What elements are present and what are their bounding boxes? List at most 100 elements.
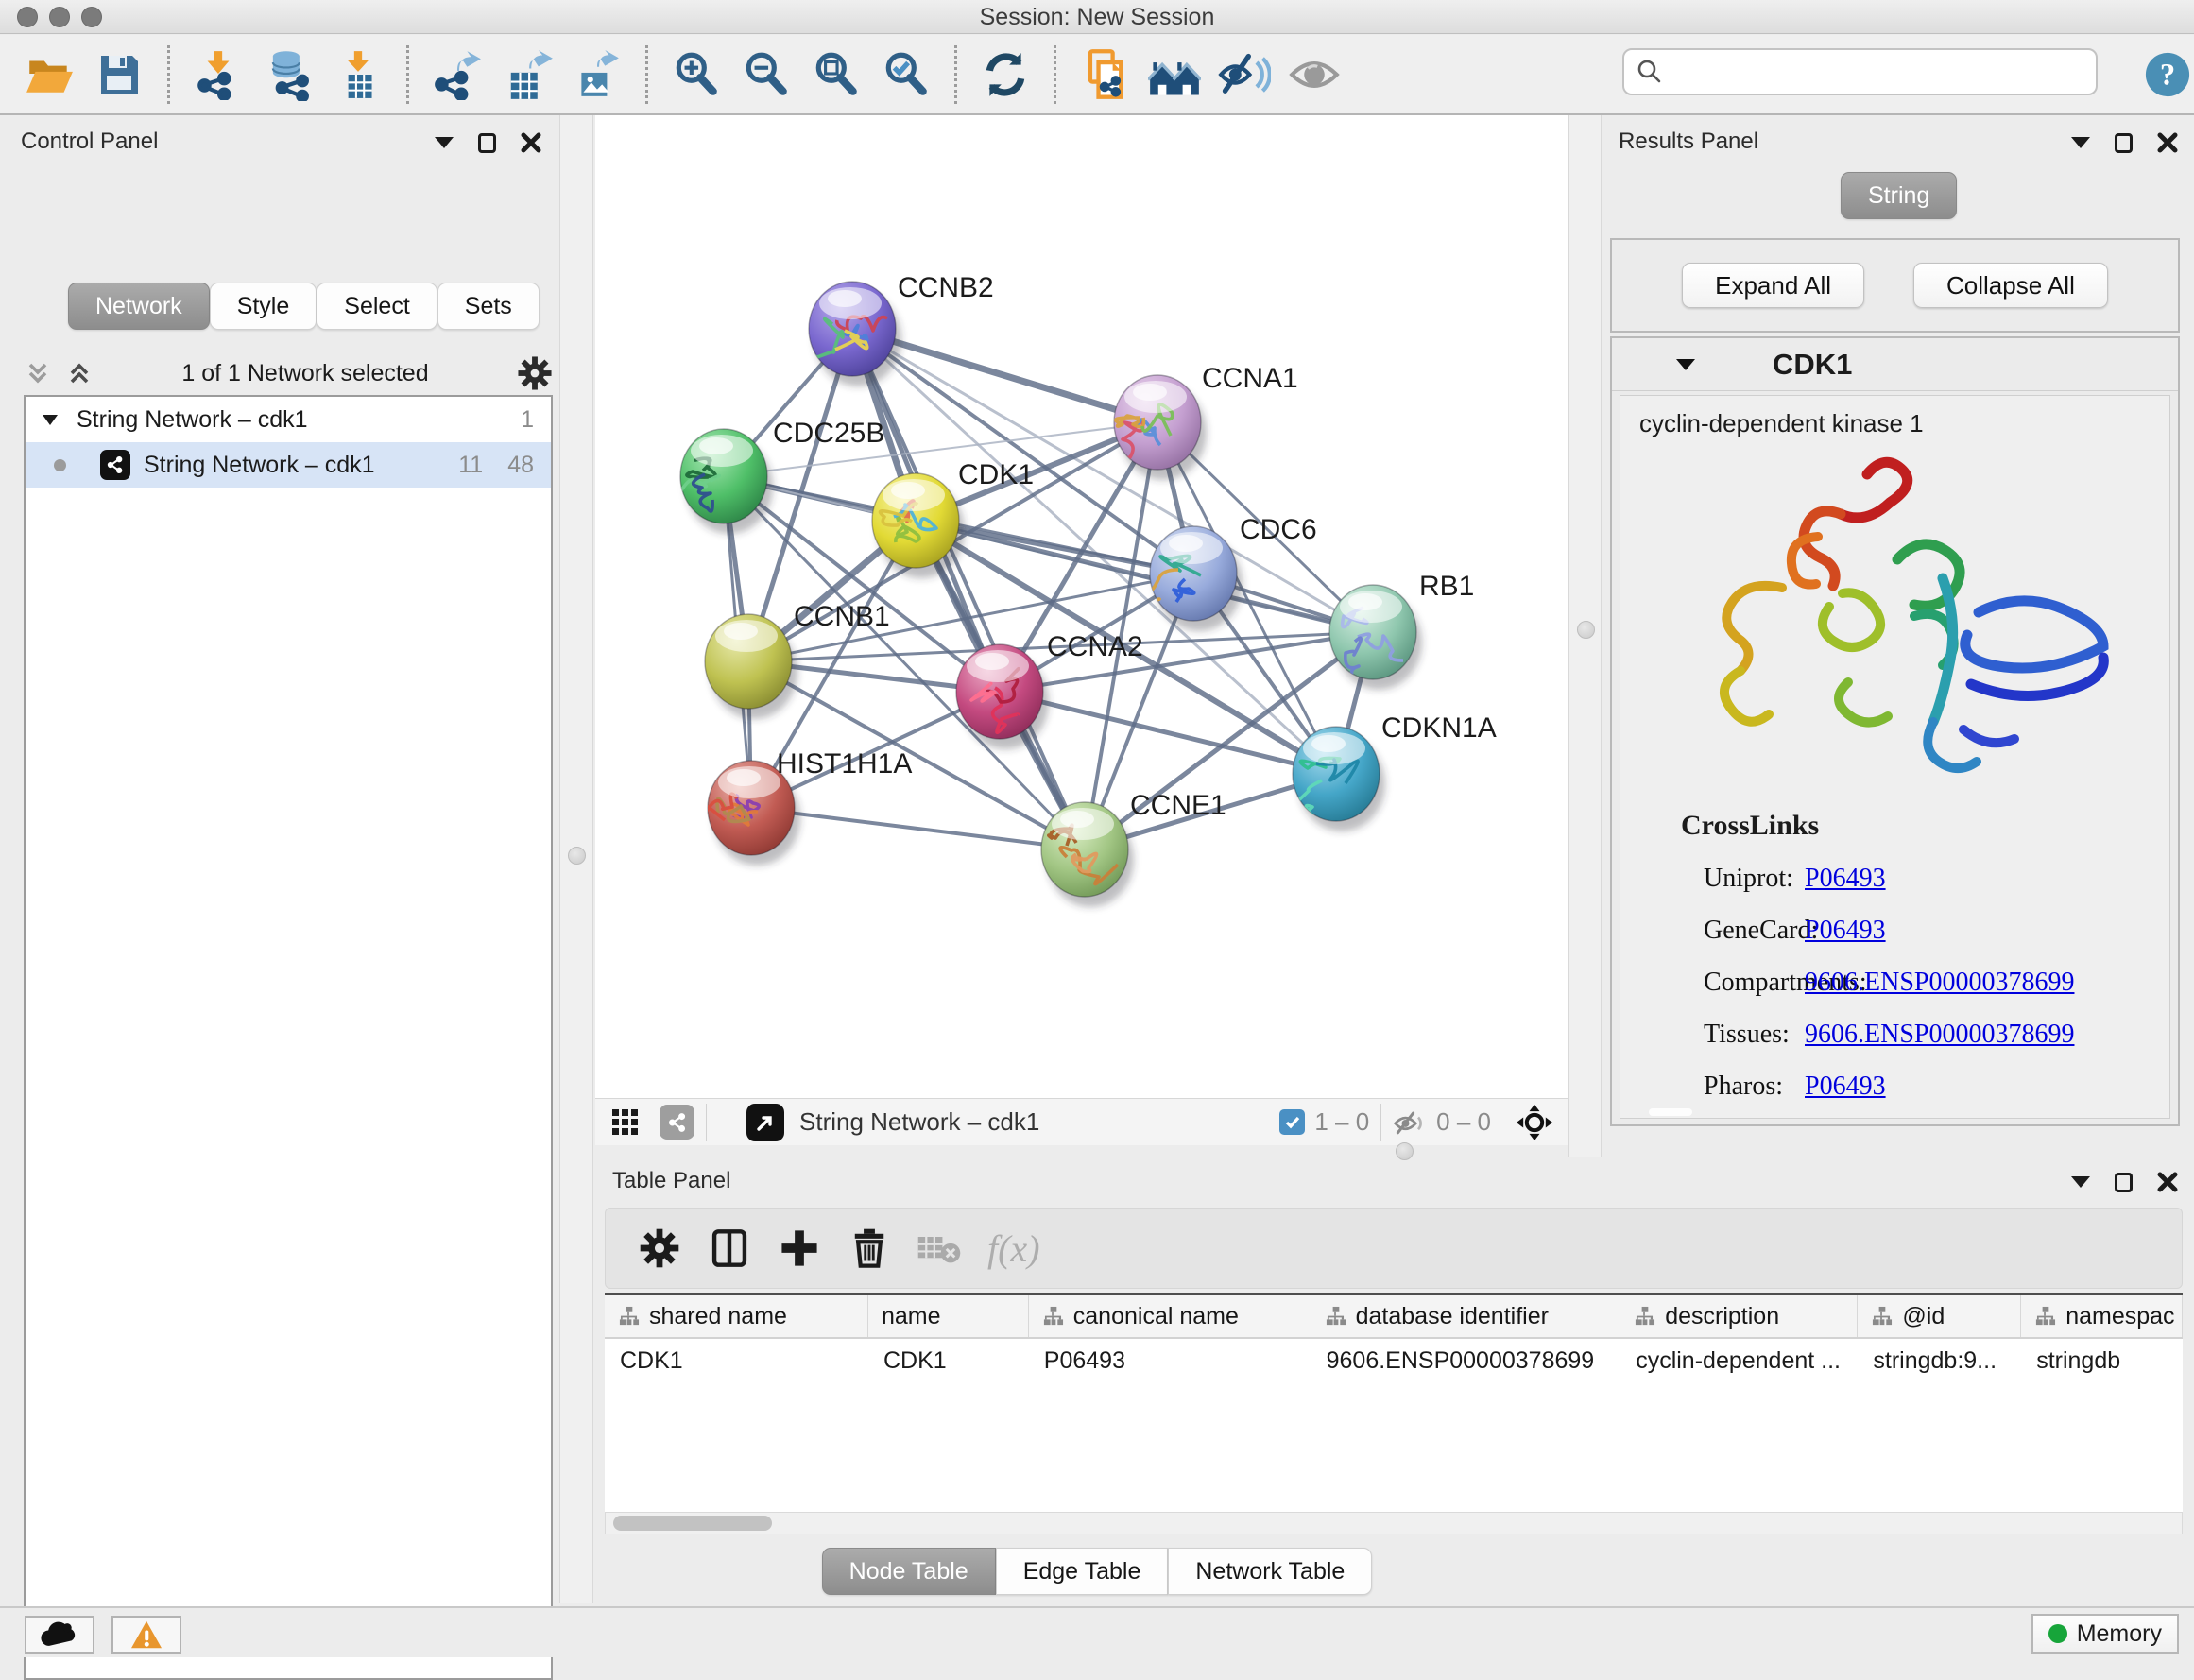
- panel-close-icon[interactable]: [521, 132, 541, 153]
- network-tree-child-row[interactable]: String Network – cdk1 11 48: [26, 442, 551, 488]
- tab-node-table[interactable]: Node Table: [822, 1548, 996, 1595]
- table-row[interactable]: CDK1CDK1P064939606.ENSP00000378699cyclin…: [605, 1339, 2183, 1382]
- network-tree-root-row[interactable]: String Network – cdk1 1: [26, 397, 551, 442]
- crosslink-tissues-link[interactable]: 9606.ENSP00000378699: [1805, 1020, 2074, 1050]
- hide-selected-eye-slash-icon[interactable]: [1218, 48, 1271, 101]
- tab-network-table[interactable]: Network Table: [1168, 1548, 1372, 1595]
- table-cell[interactable]: stringdb:9...: [1858, 1339, 2021, 1382]
- table-cell[interactable]: CDK1: [605, 1339, 868, 1382]
- tab-network[interactable]: Network: [68, 283, 210, 330]
- right-splitter[interactable]: [1568, 115, 1602, 1157]
- selected-checkbox-icon[interactable]: [1279, 1109, 1305, 1135]
- section-collapse-icon[interactable]: [1676, 359, 1695, 370]
- tab-style[interactable]: Style: [210, 283, 317, 330]
- node-label: CCNA2: [1047, 631, 1143, 662]
- results-scrollbar-thumb[interactable]: [1649, 1108, 1692, 1116]
- refresh-layout-icon[interactable]: [979, 48, 1032, 101]
- table-hscrollbar[interactable]: [605, 1512, 2183, 1534]
- gear-icon[interactable]: [517, 355, 553, 391]
- tab-select[interactable]: Select: [317, 283, 437, 330]
- memory-status-dot: [2048, 1624, 2067, 1643]
- panel-menu-icon[interactable]: [2071, 137, 2090, 148]
- tab-string[interactable]: String: [1841, 172, 1957, 219]
- zoom-in-icon[interactable]: [670, 48, 723, 101]
- export-image-icon[interactable]: [571, 48, 624, 101]
- gear-icon[interactable]: [632, 1221, 687, 1276]
- fit-crosshair-icon[interactable]: [1516, 1104, 1553, 1141]
- table-cell[interactable]: cyclin-dependent ...: [1620, 1339, 1858, 1382]
- help-icon[interactable]: ?: [2141, 48, 2194, 101]
- network-canvas[interactable]: CCNB2CCNA1CDC25BCDK1CDC6RB1CCNB1CCNA2CDK…: [595, 115, 1568, 1098]
- section-title: CDK1: [1773, 348, 1852, 382]
- search-input[interactable]: [1664, 59, 2070, 85]
- panel-float-icon[interactable]: [2115, 1173, 2133, 1192]
- right-splitter-handle[interactable]: [1577, 621, 1595, 639]
- delete-table-icon[interactable]: [912, 1221, 967, 1276]
- toolbar-search-box[interactable]: [1622, 48, 2098, 95]
- tree-collapse-icon[interactable]: [41, 410, 60, 429]
- collapse-all-button[interactable]: Collapse All: [1913, 263, 2108, 308]
- expand-all-icon[interactable]: [65, 359, 94, 387]
- toolbar-separator: [645, 45, 648, 104]
- column-header-namespac[interactable]: namespac: [2021, 1295, 2183, 1337]
- copy-share-document-icon[interactable]: [1078, 48, 1131, 101]
- column-header-@id[interactable]: @id: [1858, 1295, 2021, 1337]
- network-share-icon: [100, 450, 130, 480]
- tab-edge-table[interactable]: Edge Table: [996, 1548, 1169, 1595]
- columns-icon[interactable]: [702, 1221, 757, 1276]
- tab-sets[interactable]: Sets: [437, 283, 540, 330]
- panel-menu-icon[interactable]: [2071, 1176, 2090, 1188]
- column-header-database-identifier[interactable]: database identifier: [1311, 1295, 1621, 1337]
- first-neighbors-houses-icon[interactable]: [1148, 48, 1201, 101]
- zoom-out-icon[interactable]: [740, 48, 793, 101]
- panel-float-icon[interactable]: [2115, 133, 2133, 153]
- crosslink-compartments-link[interactable]: 9606.ENSP00000378699: [1805, 968, 2074, 998]
- import-network-icon[interactable]: [192, 48, 245, 101]
- table-cell[interactable]: P06493: [1029, 1339, 1311, 1382]
- crosslink-pharos-link[interactable]: P06493: [1805, 1071, 1886, 1102]
- panel-menu-icon[interactable]: [435, 137, 454, 148]
- column-type-icon: [1634, 1306, 1655, 1328]
- node-label: RB1: [1419, 571, 1474, 602]
- collapse-all-icon[interactable]: [24, 359, 52, 387]
- show-all-eye-icon[interactable]: [1288, 48, 1341, 101]
- open-in-new-window-icon[interactable]: [746, 1104, 784, 1141]
- open-folder-icon[interactable]: [23, 48, 76, 101]
- table-hscrollbar-thumb[interactable]: [613, 1516, 772, 1531]
- panel-float-icon[interactable]: [478, 133, 496, 153]
- export-table-icon[interactable]: [501, 48, 554, 101]
- crosslink-uniprot-link[interactable]: P06493: [1805, 864, 1886, 894]
- warning-icon[interactable]: [111, 1616, 181, 1654]
- left-splitter-handle[interactable]: [568, 847, 586, 865]
- zoom-fit-icon[interactable]: [810, 48, 863, 101]
- column-header-shared-name[interactable]: shared name: [605, 1295, 868, 1337]
- import-database-icon[interactable]: [262, 48, 315, 101]
- grid-view-icon[interactable]: [605, 1102, 646, 1143]
- import-table-icon[interactable]: [332, 48, 385, 101]
- cdk1-section-header[interactable]: CDK1: [1612, 338, 2178, 391]
- zoom-selected-icon[interactable]: [880, 48, 933, 101]
- table-splitter-handle[interactable]: [1396, 1142, 1414, 1160]
- panel-close-icon[interactable]: [2157, 132, 2178, 153]
- protein-structure-image: [1631, 446, 2160, 796]
- network-graph[interactable]: CCNB2CCNA1CDC25BCDK1CDC6RB1CCNB1CCNA2CDK…: [595, 115, 1568, 1098]
- hidden-eye-slash-icon[interactable]: [1393, 1108, 1427, 1137]
- column-header-description[interactable]: description: [1620, 1295, 1858, 1337]
- cloud-icon[interactable]: [25, 1616, 94, 1654]
- save-icon[interactable]: [93, 48, 146, 101]
- export-network-icon[interactable]: [431, 48, 484, 101]
- crosslink-genecard-link[interactable]: P06493: [1805, 916, 1886, 946]
- network-share-view-icon[interactable]: [660, 1105, 694, 1140]
- function-builder-icon[interactable]: f(x): [987, 1226, 1040, 1271]
- add-column-icon[interactable]: [772, 1221, 827, 1276]
- delete-icon[interactable]: [842, 1221, 897, 1276]
- table-cell[interactable]: 9606.ENSP00000378699: [1311, 1339, 1621, 1382]
- panel-close-icon[interactable]: [2157, 1172, 2178, 1192]
- column-header-canonical-name[interactable]: canonical name: [1029, 1295, 1311, 1337]
- left-splitter[interactable]: [559, 115, 593, 1603]
- table-cell[interactable]: stringdb: [2021, 1339, 2183, 1382]
- memory-button[interactable]: Memory: [2031, 1614, 2179, 1654]
- expand-all-button[interactable]: Expand All: [1682, 263, 1864, 308]
- column-header-name[interactable]: name: [868, 1295, 1029, 1337]
- table-cell[interactable]: CDK1: [868, 1339, 1029, 1382]
